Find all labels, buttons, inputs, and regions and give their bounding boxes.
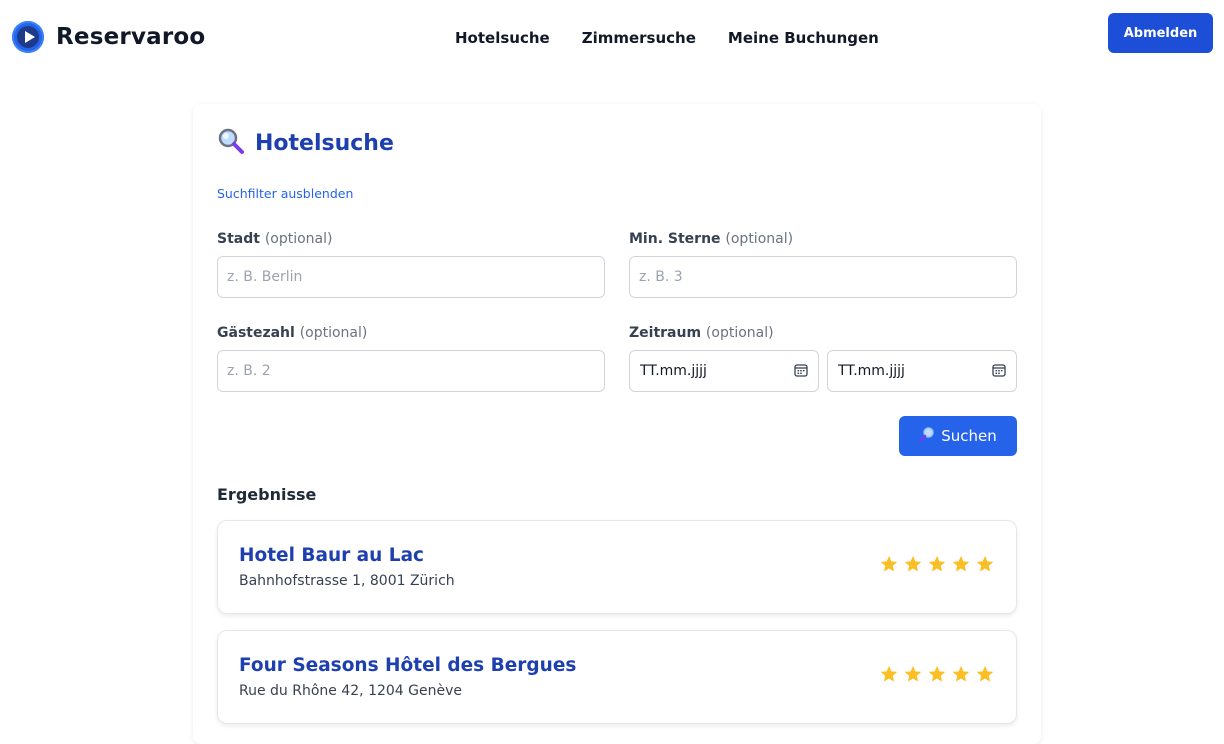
hotel-address: Bahnhofstrasse 1, 8001 Zürich — [239, 573, 455, 589]
page-title-row: Hotelsuche — [217, 128, 394, 158]
nav-zimmersuche[interactable]: Zimmersuche — [582, 26, 696, 50]
star-icon — [976, 665, 994, 682]
city-label-text: Stadt — [217, 231, 260, 247]
toggle-filters-link[interactable]: Suchfilter ausblenden — [217, 186, 353, 201]
play-logo-icon — [12, 21, 44, 53]
guests-label-text: Gästezahl — [217, 325, 295, 341]
hotel-name[interactable]: Four Seasons Hôtel des Bergues — [239, 655, 576, 676]
stars-optional-hint: (optional) — [725, 231, 794, 247]
star-icon — [928, 665, 946, 682]
period-label-text: Zeitraum — [629, 325, 702, 341]
stars-label-text: Min. Sterne — [629, 231, 721, 247]
guests-optional-hint: (optional) — [299, 325, 368, 341]
city-optional-hint: (optional) — [264, 231, 333, 247]
logout-button[interactable]: Abmelden — [1108, 13, 1213, 53]
guests-input[interactable] — [217, 350, 605, 392]
brand[interactable]: Reservaroo — [12, 20, 205, 54]
nav-hotelsuche[interactable]: Hotelsuche — [455, 26, 550, 50]
period-label: Zeitraum (optional) — [629, 325, 774, 341]
date-from-input[interactable]: TT.mm.jjjj — [629, 350, 819, 392]
results-heading: Ergebnisse — [217, 485, 317, 504]
guests-label: Gästezahl (optional) — [217, 325, 367, 341]
calendar-icon[interactable] — [992, 362, 1006, 381]
star-icon — [928, 555, 946, 572]
star-icon — [952, 555, 970, 572]
star-icon — [904, 555, 922, 572]
top-navigation-bar: Reservaroo Hotelsuche Zimmersuche Meine … — [0, 0, 1224, 78]
min-stars-input[interactable] — [629, 256, 1017, 298]
stars-label: Min. Sterne (optional) — [629, 231, 793, 247]
star-icon — [880, 555, 898, 572]
star-icon — [904, 665, 922, 682]
search-button[interactable]: Suchen — [899, 416, 1017, 456]
nav-meine-buchungen[interactable]: Meine Buchungen — [728, 26, 879, 50]
star-icon — [952, 665, 970, 682]
star-rating — [880, 665, 994, 683]
main-nav: Hotelsuche Zimmersuche Meine Buchungen — [455, 26, 879, 50]
result-card[interactable]: Four Seasons Hôtel des Bergues Rue du Rh… — [217, 630, 1017, 724]
city-label: Stadt (optional) — [217, 231, 332, 247]
page-title: Hotelsuche — [255, 130, 394, 156]
result-card[interactable]: Hotel Baur au Lac Bahnhofstrasse 1, 8001… — [217, 520, 1017, 614]
search-button-label: Suchen — [941, 427, 997, 445]
calendar-icon[interactable] — [794, 362, 808, 381]
hotel-address: Rue du Rhône 42, 1204 Genève — [239, 683, 462, 699]
magnifier-icon — [919, 426, 935, 446]
star-icon — [976, 555, 994, 572]
star-rating — [880, 555, 994, 573]
star-icon — [880, 665, 898, 682]
date-to-input[interactable]: TT.mm.jjjj — [827, 350, 1017, 392]
hotel-search-card: Hotelsuche Suchfilter ausblenden Stadt (… — [193, 104, 1041, 744]
app-name: Reservaroo — [56, 24, 206, 50]
hotel-name[interactable]: Hotel Baur au Lac — [239, 545, 424, 566]
date-from-value: TT.mm.jjjj — [640, 363, 707, 379]
date-to-value: TT.mm.jjjj — [838, 363, 905, 379]
magnifier-icon — [217, 127, 245, 159]
period-optional-hint: (optional) — [705, 325, 774, 341]
city-input[interactable] — [217, 256, 605, 298]
